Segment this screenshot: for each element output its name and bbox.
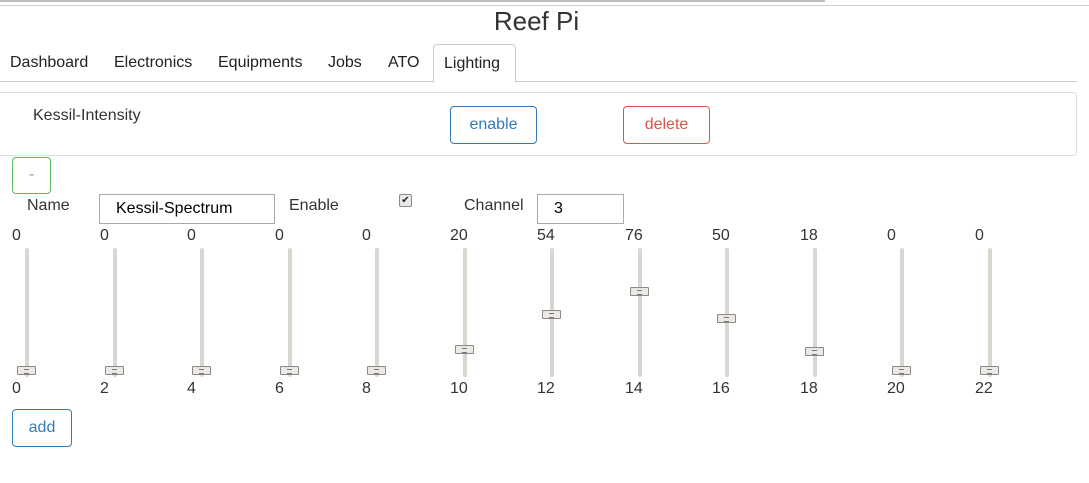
intensity-slider-handle[interactable]	[805, 347, 824, 356]
slider-value-label: 0	[975, 227, 984, 244]
slider-hour-label: 2	[100, 380, 109, 397]
slider-value-label: 0	[100, 227, 109, 244]
tab-dashboard[interactable]: Dashboard	[0, 44, 98, 81]
enable-label: Enable	[289, 197, 339, 214]
intensity-slider-handle[interactable]	[717, 314, 736, 323]
tab-equipments[interactable]: Equipments	[208, 44, 313, 81]
intensity-slider-track[interactable]	[988, 248, 992, 377]
name-label: Name	[27, 197, 70, 214]
light-panel-kessil-intensity: Kessil-Intensity enable delete	[0, 92, 1077, 156]
slider-hour-label: 16	[712, 380, 730, 397]
delete-button[interactable]: delete	[623, 106, 710, 144]
tab-electronics[interactable]: Electronics	[104, 44, 202, 81]
intensity-slider-handle[interactable]	[455, 345, 474, 354]
slider-value-label: 0	[12, 227, 21, 244]
intensity-slider-handle[interactable]	[280, 366, 299, 375]
name-input[interactable]	[99, 194, 275, 224]
intensity-slider-track[interactable]	[200, 248, 204, 377]
tab-jobs[interactable]: Jobs	[318, 44, 372, 81]
intensity-slider-handle[interactable]	[892, 366, 911, 375]
intensity-slider-track[interactable]	[375, 248, 379, 377]
intensity-slider-handle[interactable]	[542, 310, 561, 319]
slider-hour-label: 12	[537, 380, 555, 397]
intensity-slider-handle[interactable]	[105, 366, 124, 375]
slider-hour-label: 6	[275, 380, 284, 397]
add-button[interactable]: add	[12, 409, 72, 447]
slider-value-label: 54	[537, 227, 555, 244]
slider-hour-label: 4	[187, 380, 196, 397]
enable-button[interactable]: enable	[450, 106, 537, 144]
slider-value-label: 0	[362, 227, 371, 244]
slider-value-label: 20	[450, 227, 468, 244]
tab-bar: Dashboard Electronics Equipments Jobs AT…	[0, 44, 1077, 83]
intensity-slider-handle[interactable]	[192, 366, 211, 375]
enable-checkbox[interactable]: ✔	[399, 194, 412, 207]
horizontal-scrollbar[interactable]	[0, 0, 825, 2]
app-title: Reef Pi	[493, 6, 580, 36]
intensity-slider-handle[interactable]	[367, 366, 386, 375]
slider-value-label: 0	[887, 227, 896, 244]
channel-label: Channel	[464, 197, 524, 214]
channel-input[interactable]	[537, 194, 624, 224]
slider-hour-label: 8	[362, 380, 371, 397]
tab-lighting[interactable]: Lighting	[433, 44, 516, 83]
intensity-slider-handle[interactable]	[980, 366, 999, 375]
slider-value-label: 18	[800, 227, 818, 244]
intensity-slider-track[interactable]	[638, 248, 642, 377]
slider-hour-label: 18	[800, 380, 818, 397]
slider-value-label: 0	[275, 227, 284, 244]
tab-ato[interactable]: ATO	[378, 44, 429, 81]
intensity-slider-track[interactable]	[288, 248, 292, 377]
intensity-slider-track[interactable]	[25, 248, 29, 377]
slider-hour-label: 14	[625, 380, 643, 397]
intensity-slider-track[interactable]	[113, 248, 117, 377]
collapse-button[interactable]: -	[12, 157, 51, 194]
intensity-slider-track[interactable]	[463, 248, 467, 377]
intensity-slider-track[interactable]	[725, 248, 729, 377]
intensity-slider-track[interactable]	[900, 248, 904, 377]
intensity-slider-handle[interactable]	[17, 366, 36, 375]
slider-value-label: 50	[712, 227, 730, 244]
slider-hour-label: 22	[975, 380, 993, 397]
slider-value-label: 0	[187, 227, 196, 244]
intensity-slider-track[interactable]	[813, 248, 817, 377]
slider-hour-label: 0	[12, 380, 21, 397]
slider-hour-label: 10	[450, 380, 468, 397]
slider-value-label: 76	[625, 227, 643, 244]
intensity-slider-handle[interactable]	[630, 287, 649, 296]
light-name: Kessil-Intensity	[33, 107, 141, 124]
slider-hour-label: 20	[887, 380, 905, 397]
